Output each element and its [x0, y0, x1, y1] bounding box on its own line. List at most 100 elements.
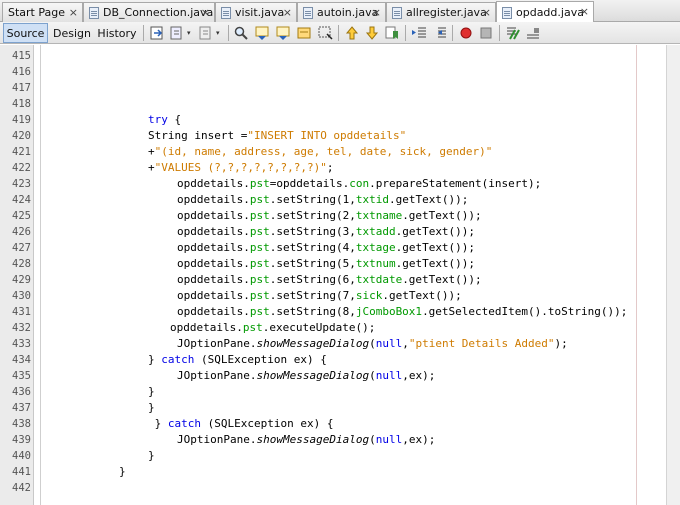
code-line[interactable]: 439 JOptionPane.showMessageDialog(null,ex… — [0, 432, 680, 448]
toggle-highlight-icon[interactable] — [296, 25, 312, 41]
code-line[interactable]: 421 +"(id, name, address, age, tel, date,… — [0, 144, 680, 160]
code-token: pst — [242, 321, 263, 334]
uncomment-icon[interactable] — [525, 25, 541, 41]
code-line[interactable]: 420 String insert ="INSERT INTO opddetail… — [0, 128, 680, 144]
code-line[interactable]: 434} catch (SQLException ex) { — [0, 352, 680, 368]
code-line[interactable]: 419 try { — [0, 112, 680, 128]
code-text: } — [119, 464, 126, 480]
code-token: .getText()); — [395, 241, 476, 254]
tab-opdadd[interactable]: opdadd.java × — [496, 1, 594, 23]
history-view-button[interactable]: History — [96, 23, 138, 43]
code-token: opddetails. — [177, 289, 250, 302]
tab-allregister[interactable]: allregister.java × — [386, 2, 496, 22]
close-icon[interactable]: × — [69, 7, 78, 18]
line-number: 438 — [12, 418, 31, 430]
tab-label: opdadd.java — [516, 6, 584, 19]
code-line[interactable]: 427 opddetails.pst.setString(4,txtage.get… — [0, 240, 680, 256]
code-token: try — [148, 113, 168, 126]
code-line[interactable]: 423 opddetails.pst=opddetails.con.prepare… — [0, 176, 680, 192]
comment-icon[interactable] — [505, 25, 521, 41]
code-line[interactable]: 424 opddetails.pst.setString(1,txtid.getT… — [0, 192, 680, 208]
code-line[interactable]: 442 — [0, 480, 680, 496]
start-macro-recording-icon[interactable] — [458, 25, 474, 41]
code-token: + — [148, 145, 155, 158]
code-token: "(id, name, address, age, tel, date, sic… — [154, 145, 493, 158]
code-token: showMessageDialog — [256, 369, 370, 382]
line-number: 435 — [12, 370, 31, 382]
code-token: ( — [369, 433, 376, 446]
code-line[interactable]: 418 — [0, 96, 680, 112]
rectangular-selection-icon[interactable] — [317, 25, 333, 41]
code-line[interactable]: 433 JOptionPane.showMessageDialog(null,"p… — [0, 336, 680, 352]
last-edit-icon[interactable] — [149, 25, 165, 41]
code-line[interactable]: 440} — [0, 448, 680, 464]
design-view-button[interactable]: Design — [52, 23, 92, 43]
java-file-icon — [303, 6, 313, 19]
find-icon[interactable] — [233, 25, 249, 41]
previous-bookmark-icon[interactable] — [344, 25, 360, 41]
shift-left-icon[interactable] — [411, 25, 427, 41]
close-icon[interactable]: × — [201, 7, 210, 18]
line-number: 426 — [12, 226, 31, 238]
code-text: JOptionPane.showMessageDialog(null,ex); — [177, 368, 435, 384]
code-text: String insert ="INSERT INTO opddetails" — [148, 128, 406, 144]
code-token: null — [375, 433, 403, 446]
tab-start-page[interactable]: Start Page × — [2, 2, 83, 22]
code-token: .getSelectedItem().toString()); — [422, 305, 628, 318]
code-token: pst — [249, 225, 270, 238]
code-editor[interactable]: 415 416 417 418 419 try {420 String insert ="I… — [0, 45, 680, 505]
tab-visit[interactable]: visit.java × — [215, 2, 297, 22]
close-icon[interactable]: × — [283, 7, 292, 18]
code-line[interactable]: 432 opddetails.pst.executeUpdate(); — [0, 320, 680, 336]
close-icon[interactable]: × — [482, 7, 491, 18]
code-text: opddetails.pst.setString(4,txtage.getTex… — [177, 240, 475, 256]
stop-macro-recording-icon[interactable] — [478, 25, 494, 41]
line-number: 424 — [12, 194, 31, 206]
code-line[interactable]: 422 +"VALUES (?,?,?,?,?,?,?,?)"; — [0, 160, 680, 176]
line-number: 418 — [12, 98, 31, 110]
code-token: } — [119, 465, 126, 478]
code-line[interactable]: 416 — [0, 64, 680, 80]
code-line[interactable]: 437} — [0, 400, 680, 416]
code-line[interactable]: 417 — [0, 80, 680, 96]
code-line[interactable]: 431 opddetails.pst.setString(8,jComboBox1… — [0, 304, 680, 320]
code-token: pst — [249, 193, 270, 206]
line-number: 425 — [12, 210, 31, 222]
next-bookmark-icon[interactable] — [364, 25, 380, 41]
toggle-bookmark-icon[interactable] — [384, 25, 400, 41]
code-line[interactable]: 430 opddetails.pst.setString(7,sick.getTe… — [0, 288, 680, 304]
java-file-icon — [392, 6, 402, 19]
code-token: catch — [167, 417, 201, 430]
code-token: txtadd — [355, 225, 396, 238]
code-line[interactable]: 425 opddetails.pst.setString(2,txtname.ge… — [0, 208, 680, 224]
tab-autoin[interactable]: autoin.java × — [297, 2, 386, 22]
chevron-down-icon[interactable]: ▾ — [187, 30, 191, 37]
code-line[interactable]: 435 JOptionPane.showMessageDialog(null,ex… — [0, 368, 680, 384]
close-icon[interactable]: × — [580, 6, 589, 17]
editor-toolbar: Source Design History ▾ ▾ — [0, 22, 680, 44]
back-icon[interactable] — [168, 25, 184, 41]
shift-right-icon[interactable] — [431, 25, 447, 41]
code-text: opddetails.pst.setString(7,sick.getText(… — [177, 288, 462, 304]
code-line[interactable]: 429 opddetails.pst.setString(6,txtdate.ge… — [0, 272, 680, 288]
code-token: } — [148, 449, 155, 462]
code-line[interactable]: 438 } catch (SQLException ex) { — [0, 416, 680, 432]
code-token: pst — [249, 241, 270, 254]
line-number: 415 — [12, 50, 31, 62]
source-view-button[interactable]: Source — [3, 23, 48, 43]
line-number: 434 — [12, 354, 31, 366]
find-previous-icon[interactable] — [254, 25, 270, 41]
close-icon[interactable]: × — [372, 7, 381, 18]
code-line[interactable]: 436} — [0, 384, 680, 400]
code-token: (SQLException ex) { — [194, 353, 327, 366]
forward-icon[interactable] — [197, 25, 213, 41]
code-token: .getText()); — [388, 193, 469, 206]
code-line[interactable]: 428 opddetails.pst.setString(5,txtnum.get… — [0, 256, 680, 272]
code-line[interactable]: 415 — [0, 48, 680, 64]
tab-db-connection[interactable]: DB_Connection.java × — [83, 2, 215, 22]
code-line[interactable]: 426 opddetails.pst.setString(3,txtadd.get… — [0, 224, 680, 240]
chevron-down-icon[interactable]: ▾ — [216, 30, 220, 37]
find-next-icon[interactable] — [275, 25, 291, 41]
code-token: pst — [249, 257, 270, 270]
code-line[interactable]: 441} — [0, 464, 680, 480]
